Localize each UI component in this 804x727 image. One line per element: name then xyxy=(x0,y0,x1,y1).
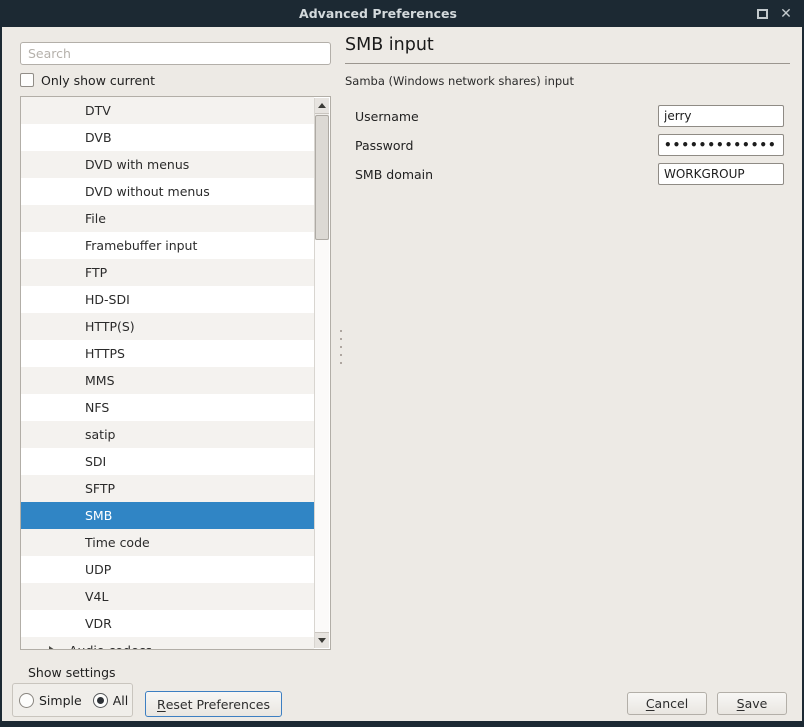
only-show-current-checkbox[interactable]: Only show current xyxy=(20,72,155,88)
radio-label: All xyxy=(113,693,129,708)
checkbox-icon[interactable] xyxy=(20,73,34,87)
window-title: Advanced Preferences xyxy=(0,6,756,21)
close-button[interactable]: ✕ xyxy=(774,0,798,27)
list-item[interactable]: SDI xyxy=(21,448,314,475)
show-settings-label: Show settings xyxy=(28,665,116,680)
smb-domain-input[interactable] xyxy=(658,163,784,185)
dialog-content: Only show current DTVDVBDVD with menusDV… xyxy=(2,27,802,721)
list-item[interactable]: HTTP(S) xyxy=(21,313,314,340)
list-item[interactable]: DVD with menus xyxy=(21,151,314,178)
username-input[interactable] xyxy=(658,105,784,127)
list-scrollbar[interactable] xyxy=(314,98,329,648)
cancel-button[interactable]: Cancel xyxy=(627,692,707,715)
form-field-row: Password xyxy=(355,134,784,156)
list-item[interactable]: Framebuffer input xyxy=(21,232,314,259)
maximize-icon xyxy=(757,9,768,19)
list-item[interactable]: UDP xyxy=(21,556,314,583)
radio-simple[interactable]: Simple xyxy=(19,693,82,708)
save-button[interactable]: Save xyxy=(717,692,787,715)
list-item[interactable]: MMS xyxy=(21,367,314,394)
checkbox-label: Only show current xyxy=(41,73,155,88)
splitter-dot xyxy=(340,362,342,364)
splitter-dot xyxy=(340,330,342,332)
list-item[interactable]: FTP xyxy=(21,259,314,286)
page-subtitle: Samba (Windows network shares) input xyxy=(345,74,574,88)
arrow-down-icon xyxy=(318,638,326,643)
splitter-dot xyxy=(340,346,342,348)
close-icon: ✕ xyxy=(780,6,792,22)
list-item[interactable]: HTTPS xyxy=(21,340,314,367)
field-label: Username xyxy=(355,109,419,124)
list-item[interactable]: SFTP xyxy=(21,475,314,502)
field-label: SMB domain xyxy=(355,167,433,182)
list-item[interactable]: satip xyxy=(21,421,314,448)
list-item[interactable]: File xyxy=(21,205,314,232)
list-item[interactable]: DVB xyxy=(21,124,314,151)
scrollbar-down-button[interactable] xyxy=(315,632,329,648)
titlebar[interactable]: Advanced Preferences ✕ xyxy=(0,0,804,27)
list-item-partial[interactable]: Audio codecs xyxy=(21,637,314,649)
panel-splitter-handle[interactable] xyxy=(336,27,346,721)
page-title: SMB input xyxy=(345,35,434,55)
search-input[interactable] xyxy=(20,42,331,65)
list-item[interactable]: NFS xyxy=(21,394,314,421)
list-item[interactable]: V4L xyxy=(21,583,314,610)
show-settings-group: Simple All xyxy=(12,683,133,717)
scrollbar-up-button[interactable] xyxy=(315,98,329,114)
maximize-button[interactable] xyxy=(750,0,774,27)
scrollbar-thumb[interactable] xyxy=(315,115,329,240)
reset-preferences-button[interactable]: Reset Preferences xyxy=(145,691,282,717)
scrollbar-track[interactable] xyxy=(315,240,329,632)
expander-icon[interactable] xyxy=(49,646,55,649)
form-field-row: Username xyxy=(355,105,784,127)
list-item[interactable]: HD-SDI xyxy=(21,286,314,313)
preferences-category-list: DTVDVBDVD with menusDVD without menusFil… xyxy=(20,96,331,650)
radio-label: Simple xyxy=(39,693,82,708)
list-item[interactable]: DTV xyxy=(21,97,314,124)
splitter-dot xyxy=(340,354,342,356)
title-divider xyxy=(345,63,790,64)
list-item[interactable]: Time code xyxy=(21,529,314,556)
splitter-dot xyxy=(340,338,342,340)
list-item[interactable]: DVD without menus xyxy=(21,178,314,205)
radio-icon[interactable] xyxy=(19,693,34,708)
form-field-row: SMB domain xyxy=(355,163,784,185)
advanced-preferences-window: Advanced Preferences ✕ Only show current… xyxy=(0,0,804,727)
field-label: Password xyxy=(355,138,413,153)
radio-all[interactable]: All xyxy=(93,693,129,708)
category-list-rows: DTVDVBDVD with menusDVD without menusFil… xyxy=(21,97,314,649)
arrow-up-icon xyxy=(318,103,326,108)
password-input[interactable] xyxy=(658,134,784,156)
smb-form: Username Password SMB domain xyxy=(355,105,784,192)
list-item[interactable]: VDR xyxy=(21,610,314,637)
radio-icon[interactable] xyxy=(93,693,108,708)
list-item[interactable]: SMB xyxy=(21,502,314,529)
